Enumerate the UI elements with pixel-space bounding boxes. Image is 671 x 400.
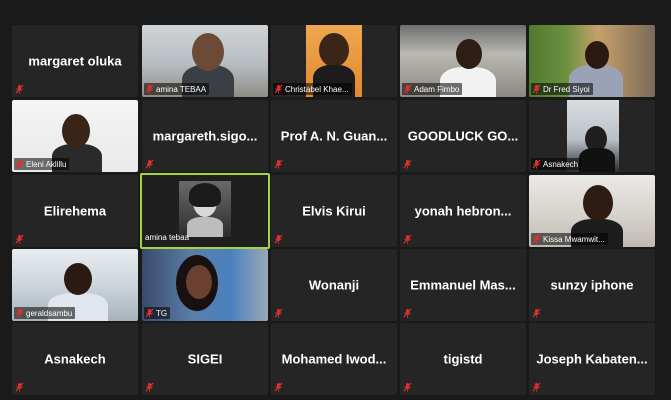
participant-label: Eleni Aklillu bbox=[14, 158, 70, 170]
participant-tile-geraldsambu[interactable]: geraldsambu bbox=[12, 249, 138, 321]
muted-mic-icon bbox=[274, 382, 283, 392]
participant-name: Christabel Khae... bbox=[285, 84, 349, 94]
muted-mic-icon bbox=[145, 84, 154, 94]
participant-name: yonah hebron... bbox=[414, 203, 512, 219]
participant-name: sunzy iphone bbox=[550, 277, 634, 293]
muted-mic-icon bbox=[274, 84, 283, 94]
participant-name: tigistd bbox=[443, 351, 483, 367]
participant-tile-joseph-kabaten[interactable]: Joseph Kabaten... bbox=[529, 323, 655, 395]
muted-mic-icon bbox=[274, 234, 283, 244]
muted-mic-icon bbox=[15, 234, 24, 244]
participant-tile-margareth-sigo[interactable]: margareth.sigo... bbox=[142, 100, 268, 172]
participant-label: amina TEBAA bbox=[144, 83, 210, 95]
participant-tile-prof-guan[interactable]: Prof A. N. Guan... bbox=[271, 100, 397, 172]
muted-mic-icon bbox=[274, 159, 283, 169]
participant-name: Adam Fimbo bbox=[414, 84, 460, 94]
participant-name: Wonanji bbox=[308, 277, 360, 293]
participant-label: TG bbox=[144, 307, 171, 319]
participant-label: Asnakech bbox=[531, 158, 582, 170]
participant-name: TG bbox=[156, 308, 168, 318]
muted-mic-icon bbox=[15, 308, 24, 318]
participant-name: GOODLUCK GO... bbox=[407, 128, 519, 144]
muted-mic-icon bbox=[15, 84, 24, 94]
muted-mic-icon bbox=[532, 308, 541, 318]
participant-name: Elirehema bbox=[43, 203, 107, 219]
participant-tile-emmanuel[interactable]: Emmanuel Mas... bbox=[400, 249, 526, 321]
participant-tile-elirehema[interactable]: Elirehema bbox=[12, 175, 138, 247]
participant-tile-christabel[interactable]: Christabel Khae... bbox=[271, 25, 397, 97]
participant-name: geraldsambu bbox=[26, 308, 73, 318]
participant-name: margareth.sigo... bbox=[152, 128, 258, 144]
participant-name: Elvis Kirui bbox=[302, 203, 366, 219]
participant-tile-asnakech-video[interactable]: Asnakech bbox=[529, 100, 655, 172]
participant-tile-amina-tebaa-active[interactable]: amina tebaa bbox=[140, 173, 270, 249]
muted-mic-icon bbox=[532, 234, 541, 244]
muted-mic-icon bbox=[403, 382, 412, 392]
muted-mic-icon bbox=[403, 84, 412, 94]
participant-name: Emmanuel Mas... bbox=[410, 277, 516, 293]
participant-tile-kissa-mwamwit[interactable]: Kissa Mwamwit... bbox=[529, 175, 655, 247]
muted-mic-icon bbox=[15, 159, 24, 169]
participant-tile-asnakech[interactable]: Asnakech bbox=[12, 323, 138, 395]
participant-label: Adam Fimbo bbox=[402, 83, 463, 95]
participant-name: Prof A. N. Guan... bbox=[280, 128, 388, 144]
muted-mic-icon bbox=[532, 84, 541, 94]
participant-tile-goodluck[interactable]: GOODLUCK GO... bbox=[400, 100, 526, 172]
participant-tile-tigistd[interactable]: tigistd bbox=[400, 323, 526, 395]
muted-mic-icon bbox=[274, 308, 283, 318]
participant-tile-mohamed-iwod[interactable]: Mohamed Iwod... bbox=[271, 323, 397, 395]
participant-label: geraldsambu bbox=[14, 307, 76, 319]
muted-mic-icon bbox=[532, 159, 541, 169]
profile-photo bbox=[179, 181, 231, 237]
participant-tile-tg[interactable]: TG bbox=[142, 249, 268, 321]
participant-label: Dr Fred Siyoi bbox=[531, 83, 593, 95]
participant-name: Asnakech bbox=[543, 159, 579, 169]
participant-tile-wonanji[interactable]: Wonanji bbox=[271, 249, 397, 321]
participant-name: SIGEI bbox=[187, 351, 223, 367]
participant-tile-eleni-aklillu[interactable]: Eleni Aklillu bbox=[12, 100, 138, 172]
participant-name: margaret oluka bbox=[28, 53, 122, 69]
participant-name: Eleni Aklillu bbox=[26, 159, 67, 169]
muted-mic-icon bbox=[145, 308, 154, 318]
participant-label: amina tebaa bbox=[144, 232, 192, 243]
muted-mic-icon bbox=[403, 234, 412, 244]
muted-mic-icon bbox=[145, 159, 154, 169]
participant-name: amina tebaa bbox=[145, 233, 190, 242]
participant-tile-sunzy-iphone[interactable]: sunzy iphone bbox=[529, 249, 655, 321]
muted-mic-icon bbox=[15, 382, 24, 392]
muted-mic-icon bbox=[532, 382, 541, 392]
muted-mic-icon bbox=[403, 308, 412, 318]
participant-label: Kissa Mwamwit... bbox=[531, 233, 608, 245]
participant-name: Asnakech bbox=[44, 351, 106, 367]
participant-name: Mohamed Iwod... bbox=[281, 351, 387, 367]
participant-tile-margaret-oluka[interactable]: margaret oluka bbox=[12, 25, 138, 97]
participant-label: Christabel Khae... bbox=[273, 83, 352, 95]
participant-name: Joseph Kabaten... bbox=[536, 351, 648, 367]
muted-mic-icon bbox=[403, 159, 412, 169]
muted-mic-icon bbox=[145, 382, 154, 392]
participant-tile-adam-fimbo[interactable]: Adam Fimbo bbox=[400, 25, 526, 97]
participant-tile-amina-tebaa[interactable]: amina TEBAA bbox=[142, 25, 268, 97]
participant-tile-fred-siyoi[interactable]: Dr Fred Siyoi bbox=[529, 25, 655, 97]
participant-tile-elvis-kirui[interactable]: Elvis Kirui bbox=[271, 175, 397, 247]
participant-tile-sigei[interactable]: SIGEI bbox=[142, 323, 268, 395]
participant-name: Dr Fred Siyoi bbox=[543, 84, 590, 94]
participant-tile-yonah-hebron[interactable]: yonah hebron... bbox=[400, 175, 526, 247]
participant-name: amina TEBAA bbox=[156, 84, 207, 94]
gallery-view: margaret oluka amina TEBAA Christabel Kh… bbox=[0, 0, 671, 400]
participant-name: Kissa Mwamwit... bbox=[543, 234, 605, 244]
